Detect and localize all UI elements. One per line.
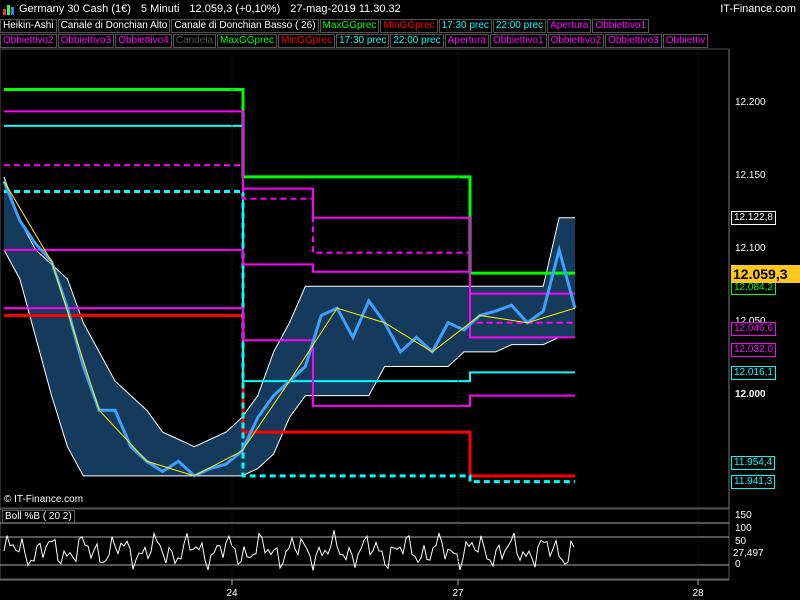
- ind-tick-0: 0: [735, 559, 741, 570]
- y-tick-label: 12.100: [735, 242, 766, 254]
- price-tag: 12.032,0: [731, 342, 776, 357]
- ind-tick-150: 150: [735, 510, 752, 521]
- indicator-panel-border: [0, 508, 730, 580]
- price-tag: 12.016,1: [731, 366, 776, 381]
- y-tick-label: 12.200: [735, 97, 766, 109]
- ind-last-value: 27,497: [733, 548, 764, 559]
- price-tag: 12.122,8: [731, 210, 776, 225]
- current-price-tag: 12.059,3: [731, 265, 800, 283]
- x-tick-label: 24: [226, 588, 238, 599]
- ind-tick-50: 50: [735, 536, 747, 547]
- price-tag: 11.954,4: [731, 456, 776, 471]
- level-maxggprec: [4, 87, 575, 275]
- x-tick-label: 27: [452, 588, 464, 599]
- boll-b-line: [3, 530, 575, 571]
- price-chart[interactable]: 24 27 28: [0, 0, 800, 600]
- x-tick-label: 28: [692, 588, 704, 599]
- ind-tick-100: 100: [735, 523, 752, 534]
- price-tag: 12.046,6: [731, 321, 776, 336]
- price-tag: 11.941,3: [731, 475, 776, 490]
- indicator-title[interactable]: Boll %B ( 20 2): [2, 510, 75, 523]
- copyright: © IT-Finance.com: [4, 494, 84, 505]
- y-tick-label: 12.000: [735, 388, 766, 400]
- y-tick-label: 12.150: [735, 169, 766, 181]
- target-line: [4, 110, 575, 295]
